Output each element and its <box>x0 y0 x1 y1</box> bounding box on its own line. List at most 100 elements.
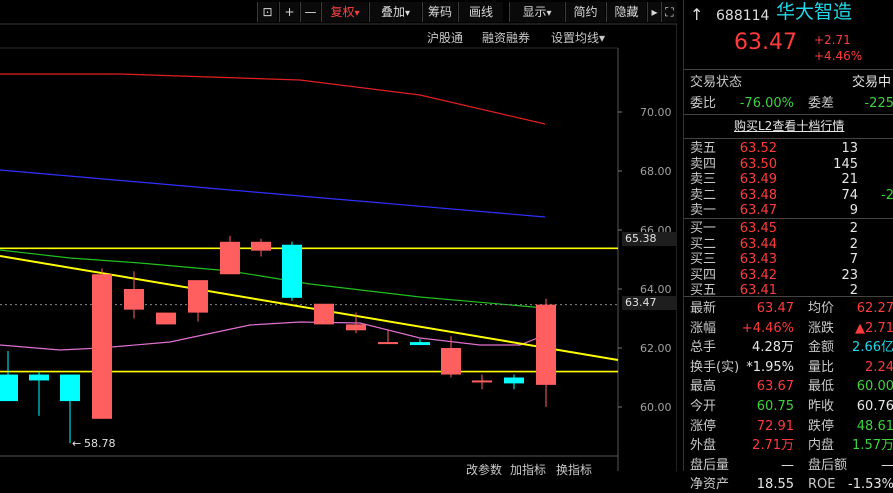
candle-body[interactable] <box>60 374 80 402</box>
candle-body[interactable] <box>504 377 524 384</box>
y-tick-label: 62.00 <box>640 342 672 355</box>
stat-row: 涨停 72.91 跌停 48.61 <box>684 418 893 435</box>
candlestick-chart[interactable]: 70.0068.0066.0064.0062.0060.00← 58.78 <box>0 0 677 471</box>
price-tag-last: 63.47 <box>622 296 677 310</box>
ask-volume: 21 <box>841 172 858 187</box>
kline-chart-panel[interactable]: ⊡ + — 复权▾ 叠加▾ 筹码 画线 显示▾ 简约 隐藏 ▸ ⛶ 沪股通 融资融券 设置均线▾ 70… <box>0 0 677 477</box>
candle-body[interactable] <box>0 374 18 402</box>
stat-label: 量比 <box>808 359 835 375</box>
stat-label: 金额 <box>808 340 835 356</box>
switch-indicator-button[interactable]: 换指标 <box>556 461 592 478</box>
bid-price: 63.42 <box>739 267 777 283</box>
stat-label: 最低 <box>808 379 835 395</box>
candle-body[interactable] <box>220 241 240 275</box>
candle-body[interactable] <box>29 374 49 381</box>
stat-label: 涨停 <box>690 418 717 434</box>
stat-label: 盘后量 <box>690 457 730 473</box>
ask-price: 63.49 <box>739 172 777 187</box>
stat-value: 63.47 <box>756 301 794 316</box>
bid-row[interactable]: 买四 63.42 23 <box>684 268 893 283</box>
stat-value: 1.57万 <box>852 438 893 454</box>
stat-value: 2.66亿 <box>852 340 893 356</box>
candle-body[interactable] <box>282 244 302 298</box>
ma-red-line <box>0 73 546 125</box>
bid-row[interactable]: 买二 63.44 2 <box>684 237 893 252</box>
weicha-value: -225 <box>864 96 893 111</box>
stat-row: 盘后量 — 盘后额 — <box>684 457 893 474</box>
y-tick-label: 70.00 <box>640 106 672 119</box>
stat-value: 48.61 <box>856 418 893 434</box>
stat-value: -1.53% <box>848 477 893 493</box>
candle-body[interactable] <box>188 280 208 313</box>
ask-label: 卖一 <box>690 203 717 218</box>
edit-params-button[interactable]: 改参数 <box>466 461 502 478</box>
candle-body[interactable] <box>536 304 556 385</box>
stat-row: 总手 4.28万 金额 2.66亿 <box>684 339 893 356</box>
quote-panel: ↑ 688114 华大智造 63.47 +2.71 +4.46% 交易状态 交易… <box>683 0 893 492</box>
stock-name: 华大智造 <box>776 1 853 23</box>
stat-label: 外盘 <box>690 438 717 454</box>
bid-label: 买四 <box>690 267 717 283</box>
bid-volume: 2 <box>849 221 858 236</box>
status-value: 交易中 <box>852 75 892 90</box>
stat-value: 62.27 <box>856 301 893 316</box>
stat-value: *1.95% <box>746 359 794 375</box>
stat-value: 4.28万 <box>752 340 794 356</box>
bid-label: 买三 <box>690 252 717 267</box>
stat-row: 换手(实) *1.95% 量比 2.24 <box>684 359 893 376</box>
weibi-label: 委比 <box>690 96 717 111</box>
stat-row: 最高 63.67 最低 60.00 <box>684 378 893 395</box>
stat-value: 18.55 <box>756 477 794 493</box>
candle-body[interactable] <box>410 342 430 346</box>
stat-row: 外盘 2.71万 内盘 1.57万 <box>684 437 893 454</box>
bid-price: 63.44 <box>739 236 777 252</box>
stock-code: 688114 <box>716 8 770 24</box>
stat-label: 最高 <box>690 379 717 395</box>
candle-body[interactable] <box>472 380 492 383</box>
stat-label: 最新 <box>690 301 717 316</box>
ask-row[interactable]: 卖三 63.49 21 <box>684 172 893 187</box>
candle-body[interactable] <box>346 324 366 331</box>
bid-row[interactable]: 买一 63.45 2 <box>684 221 893 236</box>
candle-body[interactable] <box>251 241 271 251</box>
stat-label: 盘后额 <box>808 457 848 473</box>
back-arrow-icon[interactable]: ↑ <box>690 6 703 23</box>
stat-label: ROE <box>808 477 836 493</box>
stat-label: 总手 <box>690 340 717 356</box>
ask-volume: 9 <box>849 203 858 218</box>
stat-value: 63.67 <box>756 379 794 395</box>
stat-label: 涨跌 <box>808 320 835 336</box>
change-value: +2.71 <box>814 33 851 47</box>
low-annotation: 58.78 <box>84 437 116 450</box>
stat-value: 72.91 <box>756 418 794 434</box>
add-indicator-button[interactable]: 加指标 <box>510 461 546 478</box>
candle-body[interactable] <box>156 312 176 325</box>
ask-row[interactable]: 卖一 63.47 9 <box>684 203 893 218</box>
candle-body[interactable] <box>378 342 398 345</box>
ask-label: 卖四 <box>690 156 717 172</box>
stat-label: 净资产 <box>690 477 730 493</box>
change-percent: +4.46% <box>814 49 863 63</box>
last-price: 63.47 <box>734 30 797 55</box>
stat-row: 涨幅 +4.46% 涨跌 ▲2.71 <box>684 320 893 337</box>
candle-body[interactable] <box>441 348 461 375</box>
status-label: 交易状态 <box>690 75 743 90</box>
stat-label: 换手(实) <box>690 359 740 375</box>
stat-value: 2.71万 <box>752 438 794 454</box>
stat-label: 涨幅 <box>690 320 717 336</box>
candle-body[interactable] <box>124 289 144 310</box>
ask-row[interactable]: 卖五 63.52 13 <box>684 141 893 156</box>
ask-volume: 13 <box>841 141 858 156</box>
ma-blue-line <box>0 169 546 218</box>
l2-upgrade-link[interactable]: 购买L2查看十档行情 <box>734 118 844 135</box>
candle-body[interactable] <box>92 274 112 419</box>
ma-pink-line <box>0 321 546 351</box>
ask-row[interactable]: 卖二 63.48 74 -2 <box>684 188 893 203</box>
candle-body[interactable] <box>314 303 334 325</box>
bid-price: 63.43 <box>739 252 777 267</box>
stat-label: 昨收 <box>808 399 835 414</box>
ask-row[interactable]: 卖四 63.50 145 <box>684 157 893 172</box>
bid-row[interactable]: 买三 63.43 7 <box>684 252 893 267</box>
stat-value: — <box>781 457 794 473</box>
ask-change: -2 <box>881 187 893 203</box>
